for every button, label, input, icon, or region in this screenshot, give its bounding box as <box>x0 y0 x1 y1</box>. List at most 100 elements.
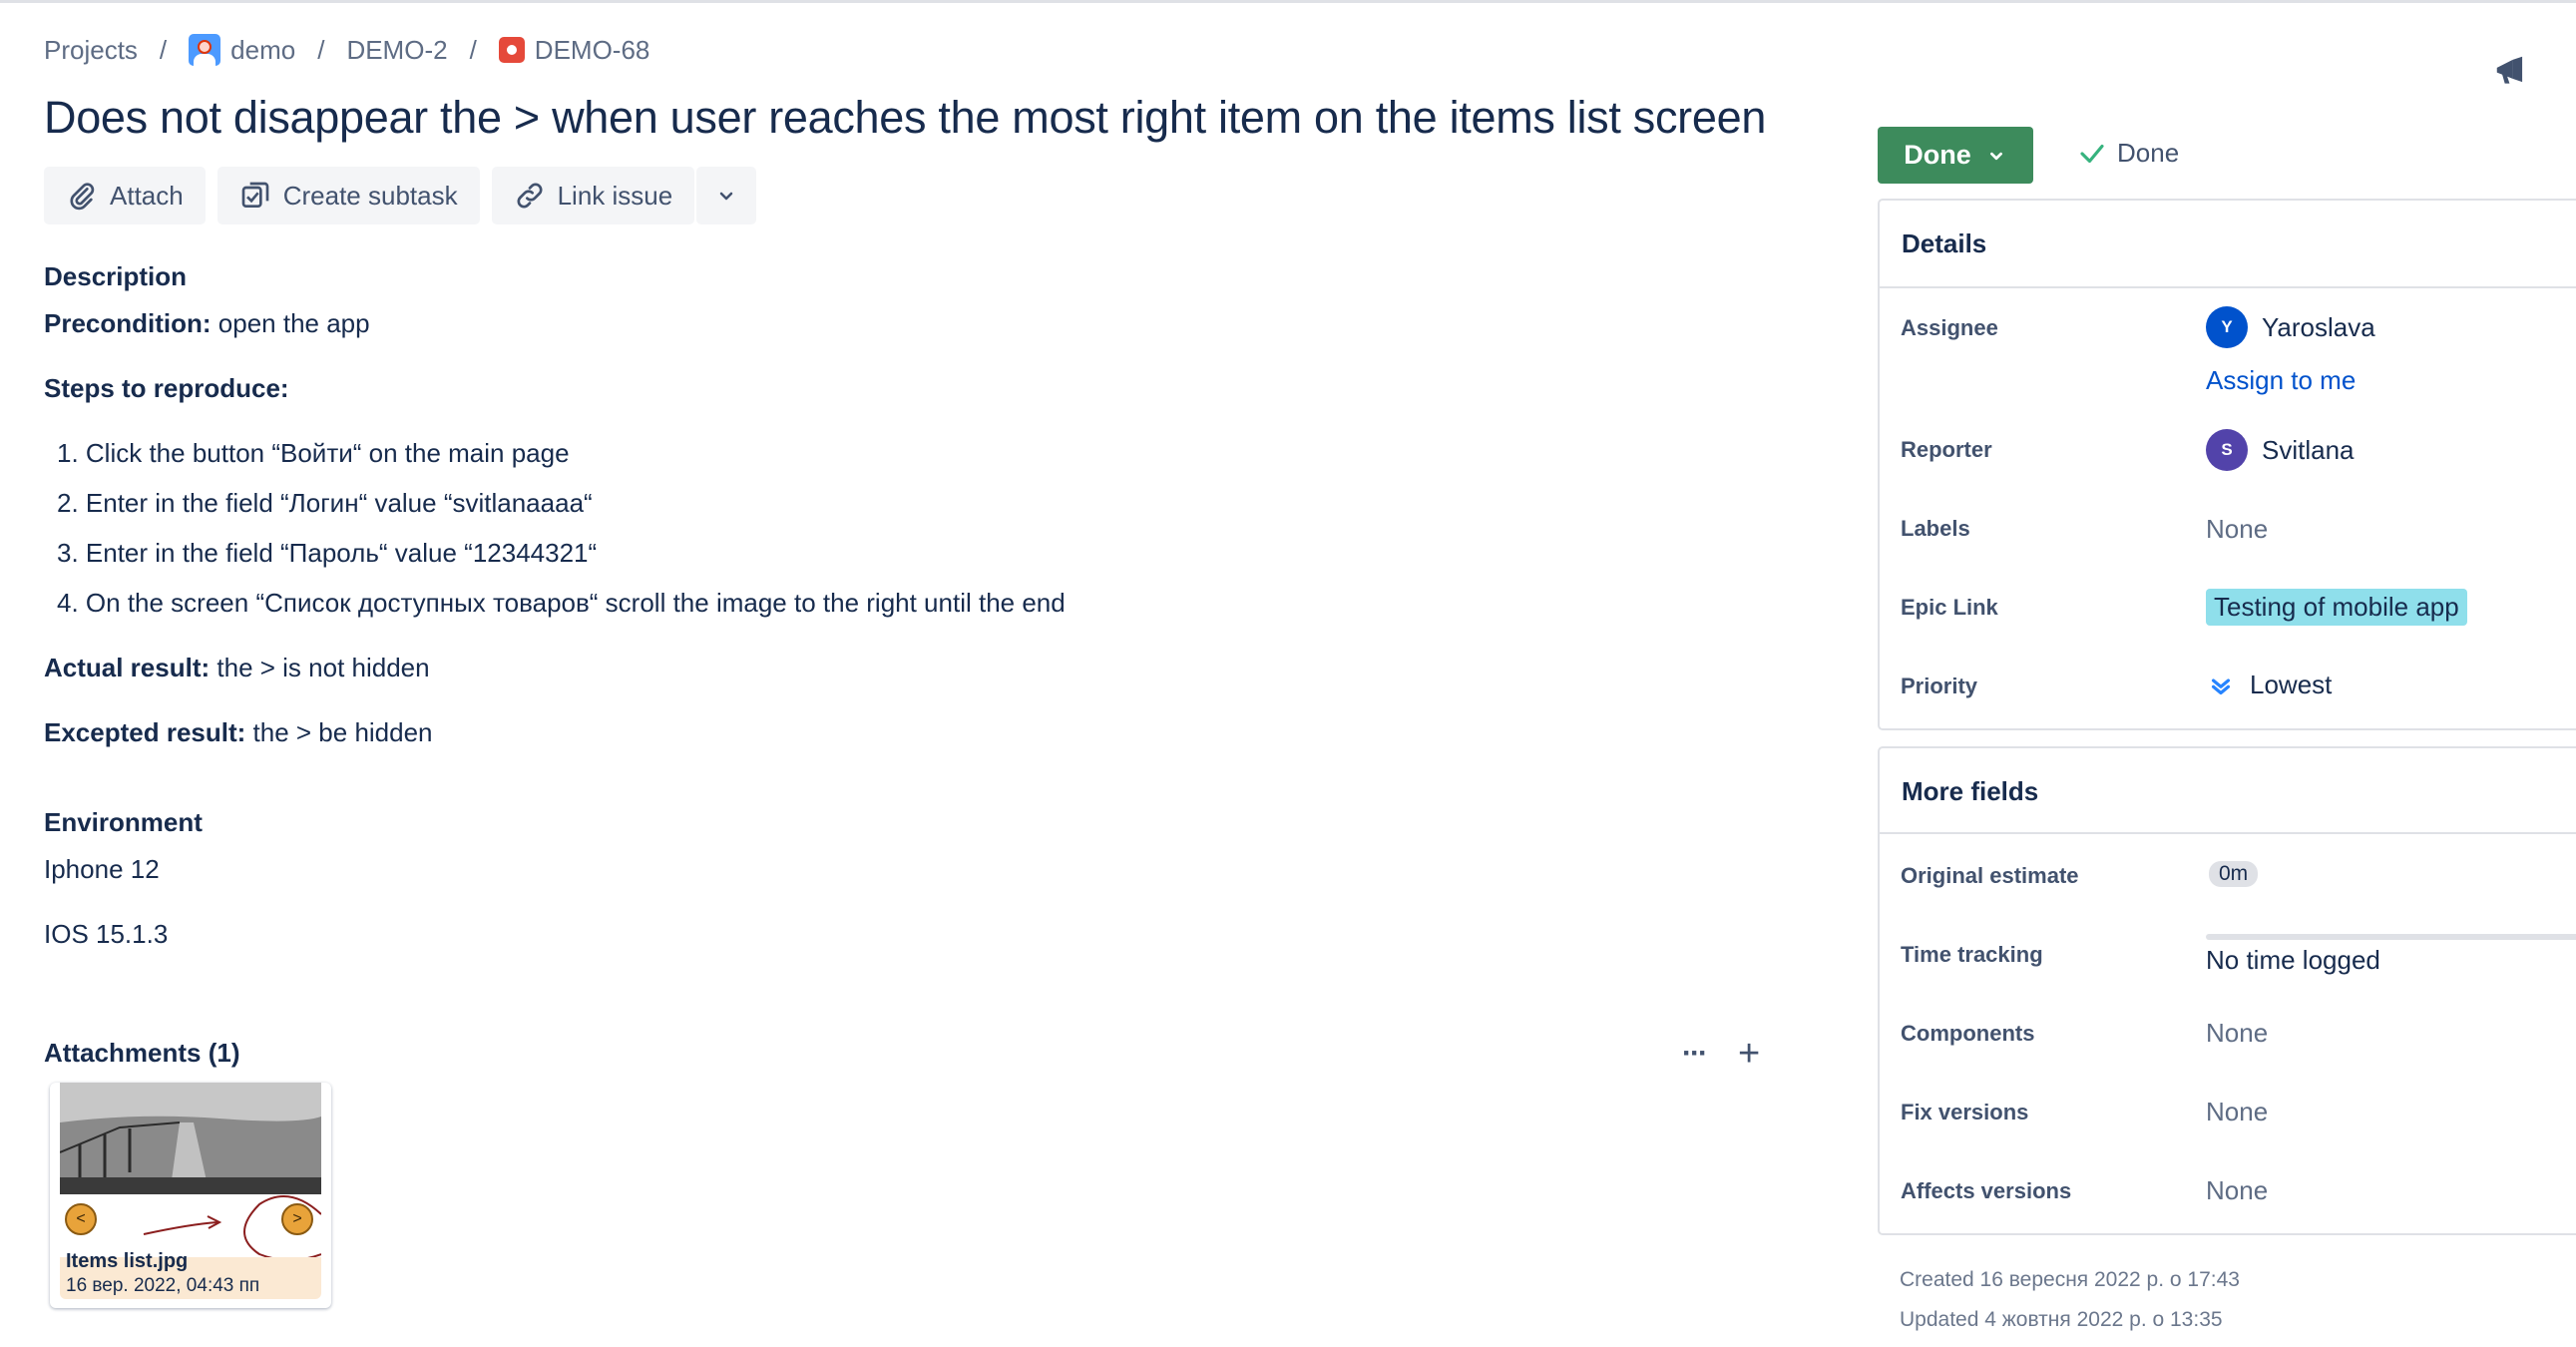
original-estimate-label: Original estimate <box>1901 863 2079 888</box>
bug-icon <box>498 37 525 63</box>
assignee-field[interactable]: Y Yaroslava <box>2206 306 2375 348</box>
epic-link-field[interactable]: Testing of mobile app <box>2206 589 2467 626</box>
breadcrumb-issue-label: DEMO-68 <box>534 34 650 65</box>
attachments-add-button[interactable]: + <box>1738 1033 1760 1075</box>
updated-date: Updated 4 жовтня 2022 р. о 13:35 <box>1900 1308 2223 1331</box>
attachment-prev-icon: < <box>65 1203 97 1235</box>
link-issue-group: Link issue <box>491 167 757 224</box>
attachment-thumbnail <box>60 1083 321 1194</box>
reporter-field[interactable]: S Svitlana <box>2206 429 2355 471</box>
more-fields-heading[interactable]: More fields <box>1902 776 2038 807</box>
breadcrumb-separator: / <box>159 34 168 65</box>
details-heading[interactable]: Details <box>1902 228 1986 259</box>
top-border <box>0 0 2576 3</box>
breadcrumb-epic[interactable]: DEMO-2 <box>346 35 447 66</box>
attachment-next-icon: > <box>281 1203 313 1235</box>
expected-result: Excepted result: the > be hidden <box>44 717 433 748</box>
epic-link-label: Epic Link <box>1901 595 1998 620</box>
original-estimate-field[interactable]: 0m <box>2209 861 2259 887</box>
steps-heading: Steps to reproduce: <box>44 373 289 403</box>
environment-heading: Environment <box>44 807 203 837</box>
breadcrumb-issue[interactable]: DEMO-68 <box>498 34 650 66</box>
breadcrumb-projects[interactable]: Projects <box>44 35 138 66</box>
attachment-date: 16 вер. 2022, 04:43 пп <box>66 1275 260 1296</box>
breadcrumb-separator: / <box>469 34 477 65</box>
actual-result: Actual result: the > is not hidden <box>44 653 430 683</box>
time-tracking-bar[interactable] <box>2206 934 2576 940</box>
resolution-label: Done <box>2117 138 2180 168</box>
check-icon <box>2080 144 2104 163</box>
more-icon: ··· <box>1682 1037 1708 1070</box>
create-subtask-label: Create subtask <box>282 180 458 211</box>
expected-result-label: Excepted result: <box>44 717 246 747</box>
create-subtask-button[interactable]: Create subtask <box>216 167 480 224</box>
description-heading: Description <box>44 261 188 291</box>
priority-value: Lowest <box>2250 670 2333 699</box>
affects-versions-field[interactable]: None <box>2206 1175 2268 1206</box>
chevron-down-icon <box>1989 152 2002 160</box>
epic-lozenge[interactable]: Testing of mobile app <box>2206 589 2467 626</box>
breadcrumb-project-label: demo <box>230 34 296 65</box>
actual-result-label: Actual result: <box>44 653 211 682</box>
affects-versions-label: Affects versions <box>1901 1178 2072 1203</box>
more-actions-button[interactable] <box>696 167 757 224</box>
step-item: 4. On the screen “Список доступных товар… <box>57 588 1066 618</box>
project-avatar-icon <box>189 34 221 66</box>
priority-lowest-icon <box>2211 677 2231 694</box>
status-button[interactable]: Done <box>1878 127 2033 184</box>
megaphone-icon[interactable] <box>2492 52 2530 90</box>
plus-icon: + <box>1738 1032 1761 1075</box>
reporter-label: Reporter <box>1901 437 1992 462</box>
actual-result-text: the > is not hidden <box>210 653 430 682</box>
link-issue-label: Link issue <box>557 180 673 211</box>
link-issue-button[interactable]: Link issue <box>491 167 695 224</box>
precondition[interactable]: Precondition: open the app <box>44 308 370 339</box>
environment-line[interactable]: IOS 15.1.3 <box>44 919 168 950</box>
divider <box>1880 286 2576 288</box>
priority-field[interactable]: Lowest <box>2206 670 2332 700</box>
expected-result-text: the > be hidden <box>245 717 433 747</box>
assignee-name: Yaroslava <box>2262 311 2375 342</box>
components-field[interactable]: None <box>2206 1018 2268 1049</box>
step-item: 3. Enter in the field “Пароль“ value “12… <box>57 538 598 568</box>
fix-versions-field[interactable]: None <box>2206 1097 2268 1127</box>
breadcrumb-separator: / <box>317 34 325 65</box>
environment-line[interactable]: Iphone 12 <box>44 854 160 885</box>
status-label: Done <box>1904 140 1971 170</box>
attachments-more-button[interactable]: ··· <box>1682 1036 1708 1072</box>
more-fields-panel: More fields <box>1878 746 2576 1235</box>
attachments-heading: Attachments (1) <box>44 1038 240 1068</box>
time-tracking-label: Time tracking <box>1901 942 2043 967</box>
chevron-down-icon <box>719 192 733 201</box>
components-label: Components <box>1901 1021 2035 1046</box>
labels-field[interactable]: None <box>2206 514 2268 545</box>
avatar: S <box>2206 429 2248 471</box>
assign-to-me-link[interactable]: Assign to me <box>2206 365 2356 396</box>
issue-toolbar: Attach Create subtask Link issue <box>44 167 757 224</box>
priority-label: Priority <box>1901 674 1978 698</box>
avatar: Y <box>2206 306 2248 348</box>
original-estimate-value: 0m <box>2209 861 2259 887</box>
created-date: Created 16 вересня 2022 р. о 17:43 <box>1900 1268 2240 1291</box>
attach-label: Attach <box>110 180 184 211</box>
subtask-icon <box>241 182 269 208</box>
precondition-text: open the app <box>211 308 370 338</box>
reporter-name: Svitlana <box>2262 434 2355 465</box>
issue-title[interactable]: Does not disappear the > when user reach… <box>44 92 1766 144</box>
attachment-card[interactable]: < > Items list.jpg 16 вер. 2022, 04:43 п… <box>50 1083 331 1308</box>
attach-button[interactable]: Attach <box>44 167 206 224</box>
precondition-label: Precondition: <box>44 308 212 338</box>
link-icon <box>517 183 543 209</box>
attachment-name: Items list.jpg <box>66 1250 189 1272</box>
breadcrumb: Projects / demo / DEMO-2 / DEMO-68 <box>44 32 649 68</box>
step-item: 1. Click the button “Войти“ on the main … <box>57 438 570 468</box>
time-tracking-value: No time logged <box>2206 945 2380 975</box>
labels-label: Labels <box>1901 516 1970 541</box>
resolution: Done <box>2077 138 2179 169</box>
paperclip-icon <box>70 183 95 211</box>
breadcrumb-project[interactable]: demo <box>189 34 295 66</box>
divider <box>1880 832 2576 834</box>
assignee-label: Assignee <box>1901 315 1998 340</box>
fix-versions-label: Fix versions <box>1901 1100 2029 1124</box>
step-item: 2. Enter in the field “Логин“ value “svi… <box>57 488 593 518</box>
